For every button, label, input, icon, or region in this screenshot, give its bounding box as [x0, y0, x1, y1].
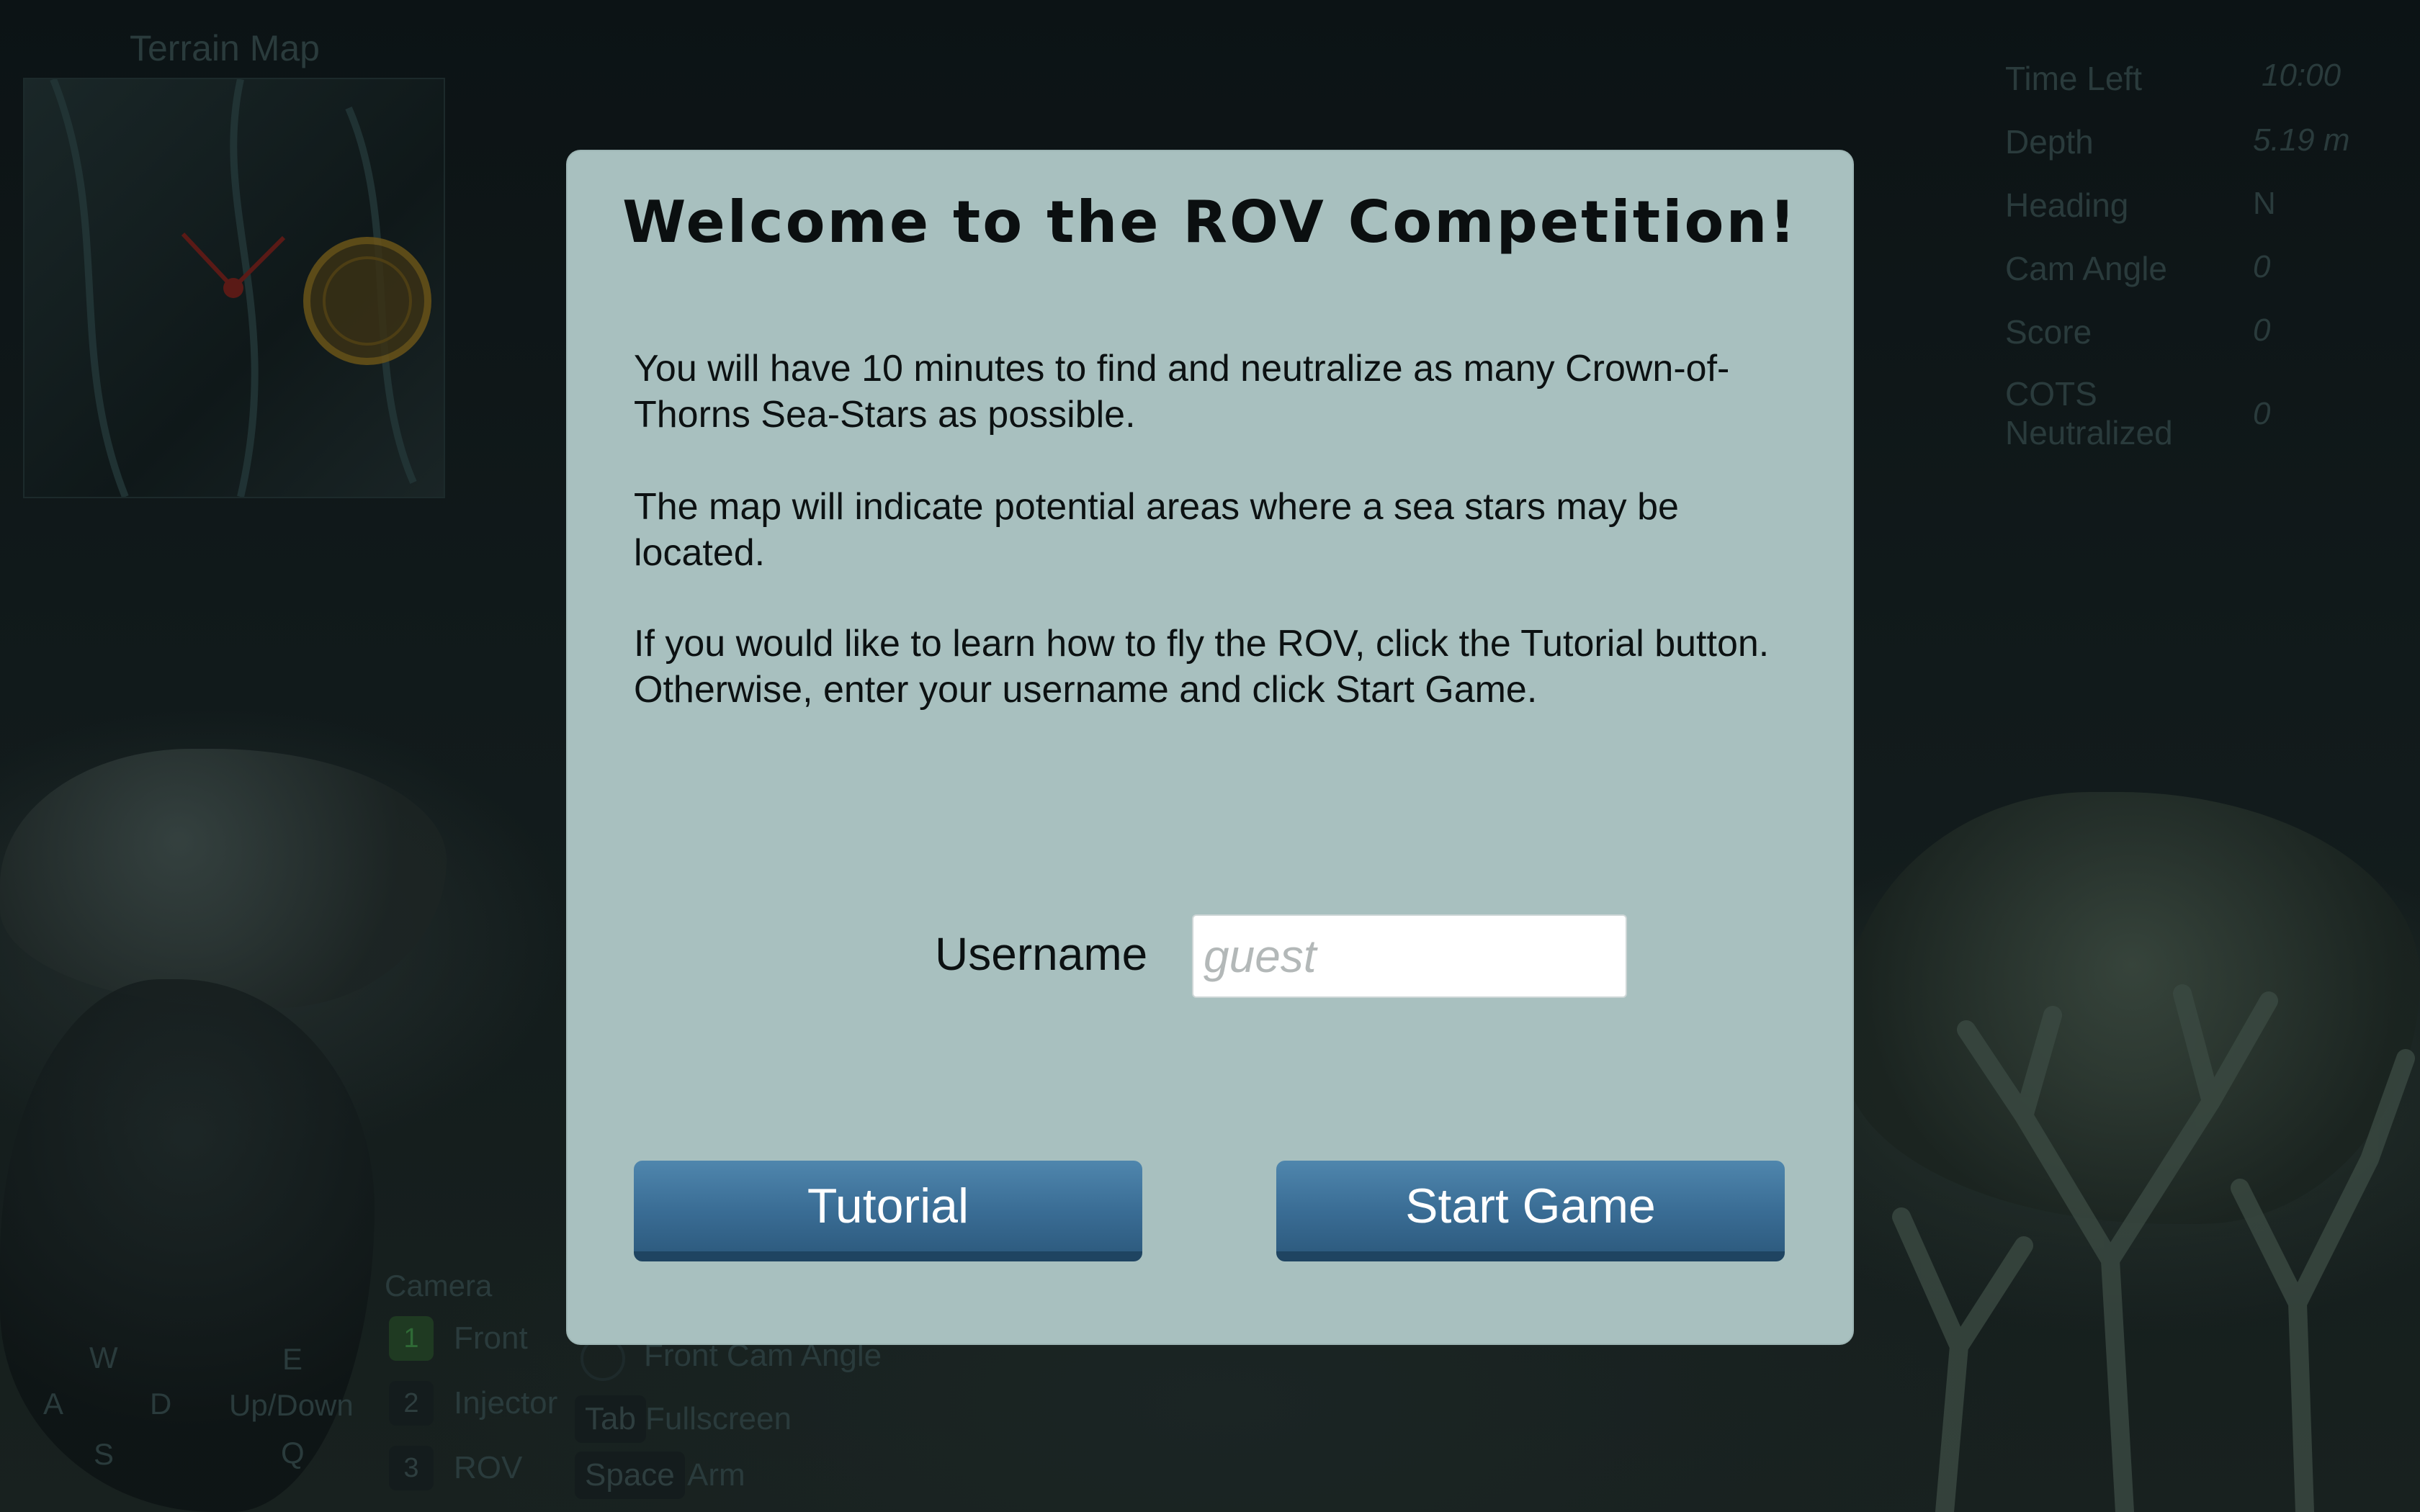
username-input[interactable]	[1192, 914, 1627, 998]
key-space: Space	[575, 1452, 685, 1499]
stat-value-cots-neutralized: 0	[2253, 396, 2271, 431]
coral-formation	[1892, 984, 2415, 1512]
map-markers	[50, 79, 431, 497]
camera-key-2[interactable]: 2	[389, 1381, 434, 1426]
key-s: S	[94, 1437, 115, 1471]
seafloor-rock	[0, 749, 447, 1008]
stat-label-cots-neutralized: COTS Neutralized	[2005, 375, 2173, 451]
stat-value-time-left: 10:00	[2262, 58, 2341, 93]
terrain-map[interactable]	[23, 78, 445, 498]
key-w: W	[89, 1341, 118, 1374]
control-fullscreen: Fullscreen	[645, 1401, 792, 1436]
rov-position-marker	[181, 232, 286, 298]
intro-paragraph: You will have 10 minutes to find and neu…	[634, 348, 1730, 436]
camera-option-rov[interactable]: ROV	[454, 1450, 522, 1486]
camera-key-1[interactable]: 1	[389, 1316, 434, 1361]
instructions-paragraph: If you would like to learn how to fly th…	[634, 623, 1770, 711]
stat-value-heading: N	[2253, 186, 2276, 221]
key-e: E	[282, 1342, 303, 1376]
stat-label-depth: Depth	[2005, 123, 2094, 161]
tutorial-button[interactable]: Tutorial	[634, 1161, 1142, 1261]
seafloor-rock	[0, 979, 375, 1512]
start-game-button[interactable]: Start Game	[1276, 1161, 1785, 1261]
key-d: D	[150, 1387, 172, 1421]
welcome-dialog: Welcome to the ROV Competition! You will…	[568, 151, 1852, 1344]
terrain-map-title: Terrain Map	[130, 28, 320, 68]
stat-label-heading: Heading	[2005, 186, 2129, 224]
username-label: Username	[935, 928, 1148, 980]
control-arm: Arm	[687, 1457, 745, 1493]
key-q: Q	[281, 1436, 305, 1470]
camera-option-front[interactable]: Front	[454, 1320, 528, 1356]
stat-value-score: 0	[2253, 312, 2271, 348]
camera-title: Camera	[385, 1269, 493, 1302]
stat-value-cam-angle: 0	[2253, 249, 2271, 284]
map-hint-paragraph: The map will indicate potential areas wh…	[634, 486, 1679, 574]
stat-label-score: Score	[2005, 313, 2092, 351]
stat-label-cam-angle: Cam Angle	[2005, 250, 2168, 287]
stat-value-depth: 5.19 m	[2253, 122, 2350, 158]
key-a: A	[43, 1387, 64, 1421]
camera-option-injector[interactable]: Injector	[454, 1385, 557, 1421]
stat-label-time-left: Time Left	[2005, 60, 2143, 97]
key-updown: Up/Down	[229, 1388, 354, 1422]
dialog-title: Welcome to the ROV Competition!	[622, 189, 1798, 256]
key-tab: Tab	[575, 1395, 646, 1443]
camera-key-3[interactable]: 3	[389, 1446, 434, 1490]
